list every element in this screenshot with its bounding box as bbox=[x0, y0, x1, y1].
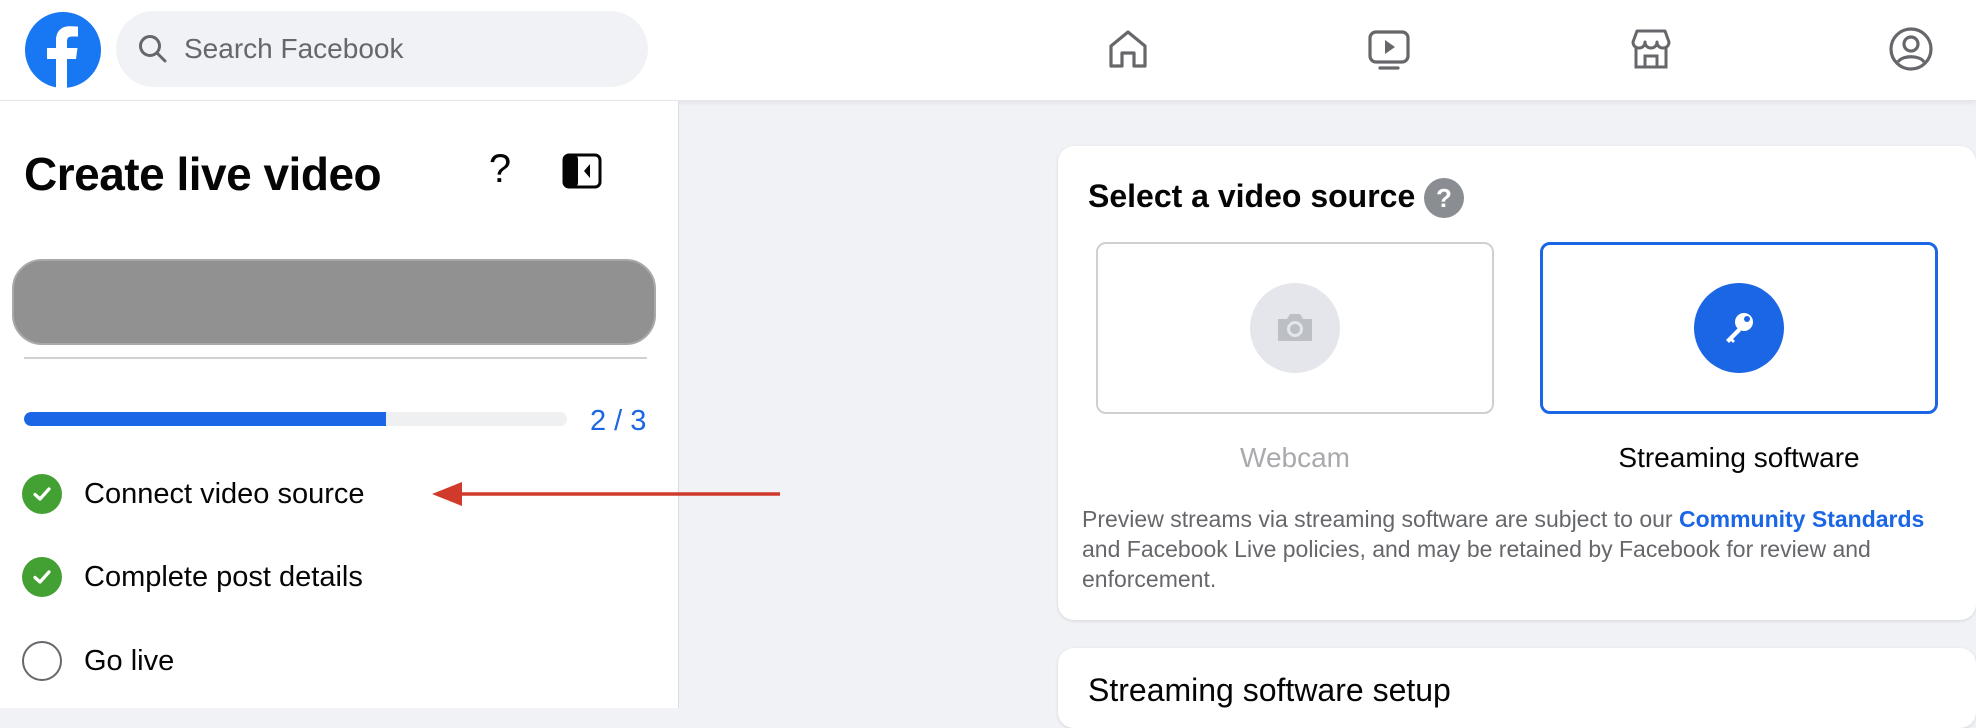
profile-icon bbox=[1889, 27, 1933, 71]
streaming-software-label: Streaming software bbox=[1618, 442, 1860, 473]
step-connect-video-source[interactable]: Connect video source bbox=[22, 472, 365, 516]
page-selector-redacted[interactable] bbox=[12, 259, 656, 345]
nav-marketplace[interactable] bbox=[1624, 22, 1678, 76]
divider bbox=[24, 357, 647, 359]
home-icon bbox=[1109, 30, 1147, 68]
collapse-sidebar-icon[interactable] bbox=[556, 145, 608, 197]
marketplace-icon bbox=[1631, 29, 1671, 69]
step-label: Go live bbox=[84, 644, 175, 677]
streaming-software-option[interactable] bbox=[1540, 242, 1938, 414]
search-bar[interactable] bbox=[116, 11, 648, 87]
video-source-card: Select a video source ? Webcam Streaming… bbox=[1058, 146, 1976, 620]
key-icon bbox=[1694, 283, 1784, 373]
progress-fill bbox=[24, 412, 387, 426]
check-circle-icon bbox=[22, 474, 62, 514]
step-label: Complete post details bbox=[84, 560, 363, 593]
notice-text-end: and Facebook Live policies, and may be r… bbox=[1082, 536, 1871, 592]
watch-icon bbox=[1368, 30, 1410, 70]
step-label: Connect video source bbox=[84, 477, 365, 510]
facebook-logo-icon[interactable] bbox=[24, 11, 102, 89]
help-icon[interactable]: ? bbox=[476, 145, 524, 193]
community-standards-link[interactable]: Community Standards bbox=[1679, 506, 1924, 532]
create-live-sidebar: Create live video ? 2 / 3 Connect video … bbox=[0, 101, 679, 708]
check-circle-icon bbox=[22, 557, 62, 597]
nav-profile[interactable] bbox=[1884, 22, 1938, 76]
webcam-label: Webcam bbox=[1240, 442, 1350, 473]
policy-notice: Preview streams via streaming software a… bbox=[1082, 504, 1942, 594]
nav-watch[interactable] bbox=[1362, 22, 1416, 76]
page-title: Create live video bbox=[24, 148, 382, 200]
streaming-setup-title: Streaming software setup bbox=[1088, 672, 1451, 708]
streaming-setup-card: Streaming software setup bbox=[1058, 648, 1976, 728]
progress-count: 2 / 3 bbox=[590, 405, 647, 437]
webcam-option[interactable] bbox=[1096, 242, 1494, 414]
info-icon[interactable]: ? bbox=[1424, 178, 1464, 218]
top-navigation-bar bbox=[0, 0, 1976, 101]
search-input[interactable] bbox=[182, 32, 606, 66]
step-go-live[interactable]: Go live bbox=[22, 639, 174, 683]
step-complete-post-details[interactable]: Complete post details bbox=[22, 555, 363, 599]
setup-progress-bar bbox=[24, 412, 567, 426]
camera-icon bbox=[1250, 283, 1340, 373]
annotation-arrow-icon bbox=[432, 482, 780, 506]
video-source-title: Select a video source bbox=[1088, 178, 1416, 214]
nav-home[interactable] bbox=[1101, 22, 1155, 76]
empty-circle-icon bbox=[22, 641, 62, 681]
notice-text-start: Preview streams via streaming software a… bbox=[1082, 506, 1679, 532]
search-icon bbox=[139, 35, 167, 63]
